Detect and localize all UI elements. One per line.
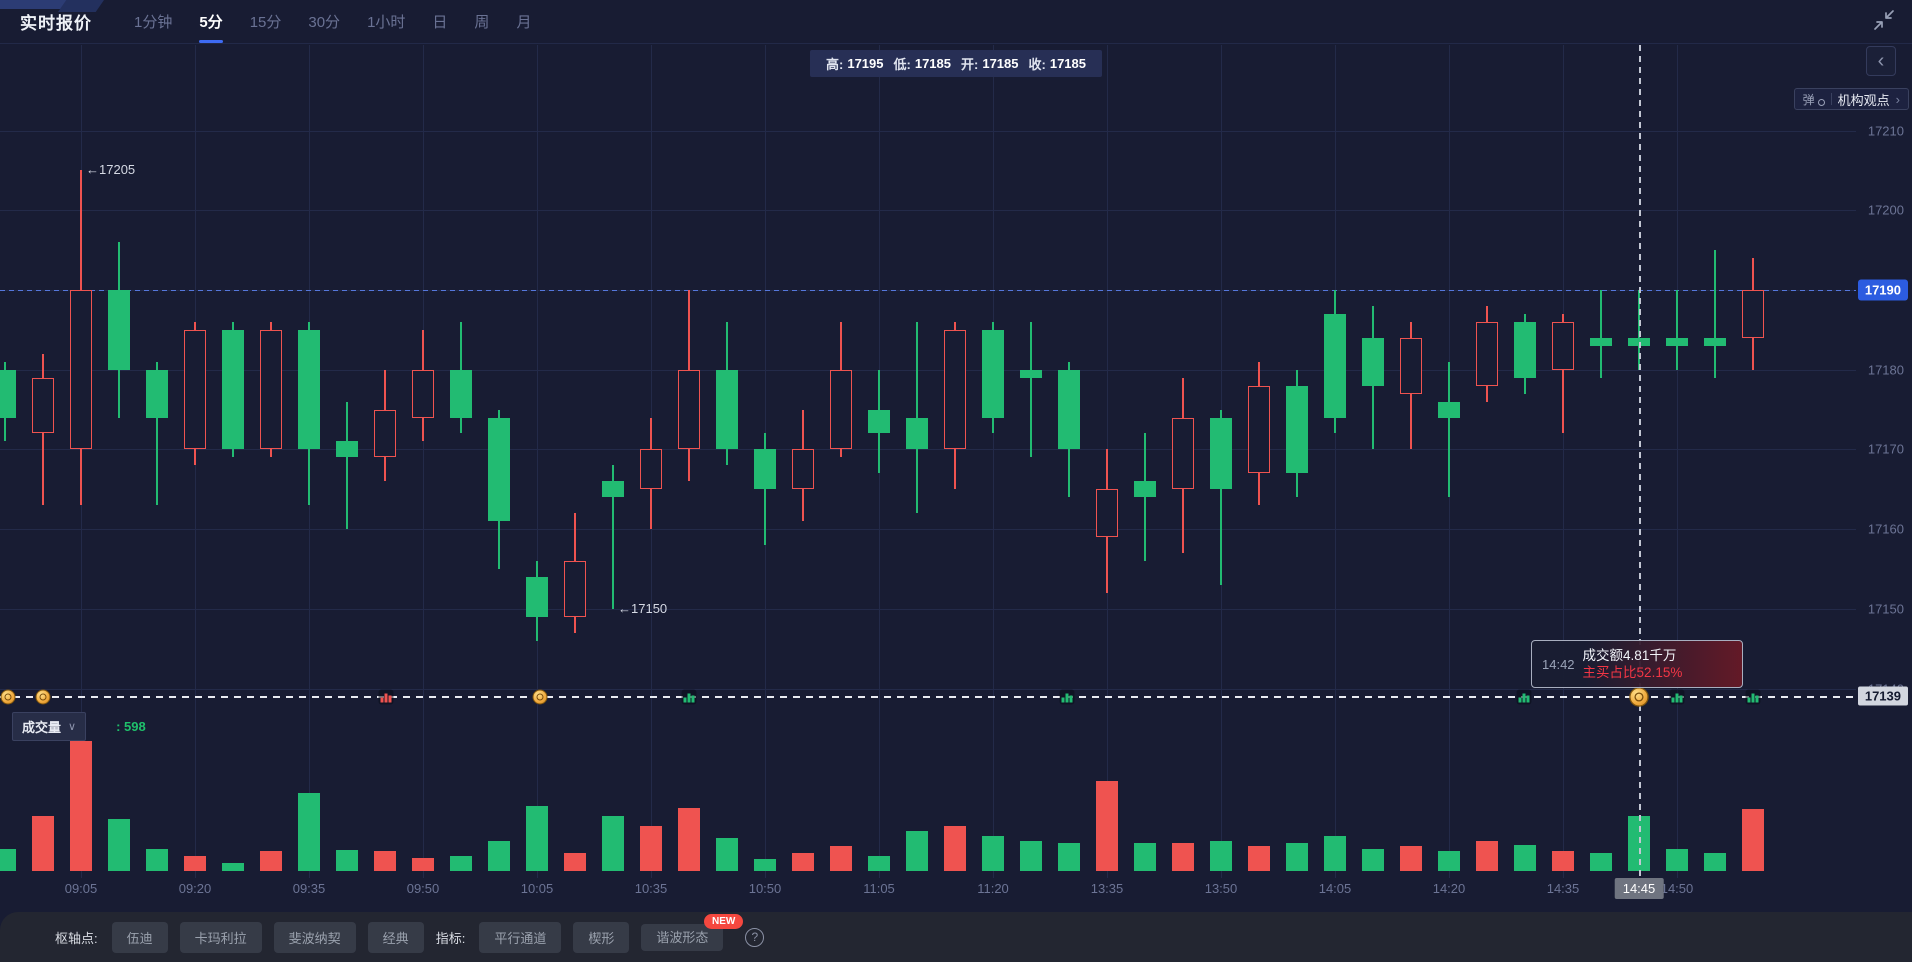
indicator-section-label: 指标: bbox=[436, 928, 466, 947]
low-label: 低: bbox=[894, 54, 911, 73]
price-axis-label: 17210 bbox=[1868, 123, 1904, 138]
time-axis-label: 11:20 bbox=[977, 881, 1009, 896]
tooltip-time: 14:42 bbox=[1542, 657, 1575, 672]
timeframe-tab[interactable]: 周 bbox=[474, 7, 489, 36]
open-label: 开: bbox=[961, 54, 978, 73]
timeframe-tab[interactable]: 5分 bbox=[199, 7, 222, 36]
time-axis-label: 10:05 bbox=[521, 881, 554, 896]
time-axis-label: 14:50 bbox=[1661, 881, 1694, 896]
open-value: 17185 bbox=[982, 56, 1018, 71]
time-axis-label: 09:05 bbox=[65, 881, 98, 896]
price-axis-label: 17180 bbox=[1868, 362, 1904, 377]
time-axis-label: 09:20 bbox=[179, 881, 212, 896]
indicator-button-parallel-channel[interactable]: 平行通道 bbox=[479, 922, 561, 953]
bottom-toolbar: 枢轴点: 伍迪 卡玛利拉 斐波纳契 经典 指标: 平行通道 楔形 谐波形态 NE… bbox=[0, 912, 1912, 962]
high-label: 高: bbox=[826, 54, 843, 73]
pivot-section-label: 枢轴点: bbox=[55, 928, 98, 947]
institution-view-badge[interactable]: 弹 机构观点 › bbox=[1794, 88, 1909, 110]
indicator-button-harmonic-wrap: 谐波形态 NEW bbox=[641, 927, 723, 947]
time-axis-label: 10:35 bbox=[635, 881, 668, 896]
time-axis-label: 13:35 bbox=[1091, 881, 1124, 896]
chart-area[interactable]: ←17205←17150 172101720017190171801717017… bbox=[0, 0, 1912, 962]
timeframe-tab[interactable]: 日 bbox=[432, 7, 447, 36]
volume-tooltip: 14:42 成交额4.81千万 主买占比52.15% bbox=[1531, 640, 1743, 688]
timeframe-tab[interactable]: 30分 bbox=[308, 7, 340, 36]
time-axis-label: 14:20 bbox=[1433, 881, 1466, 896]
low-value: 17185 bbox=[915, 56, 951, 71]
time-axis-label: 10:50 bbox=[749, 881, 782, 896]
timeframe-tab[interactable]: 1分钟 bbox=[134, 7, 172, 36]
timeframe-tab[interactable]: 月 bbox=[516, 7, 531, 36]
volume-indicator-dropdown[interactable]: 成交量 ∨ bbox=[12, 712, 86, 741]
price-axis-label: 17150 bbox=[1868, 601, 1904, 616]
crosshair-time-badge: 14:45 bbox=[1615, 878, 1664, 899]
time-axis-label: 13:50 bbox=[1205, 881, 1238, 896]
timeframe-tab[interactable]: 15分 bbox=[250, 7, 282, 36]
tooltip-turnover: 成交额4.81千万 bbox=[1583, 647, 1683, 664]
time-axis-label: 09:35 bbox=[293, 881, 326, 896]
axis-layer: 1721017200171901718017170171601715017140… bbox=[0, 0, 1912, 962]
pivot-button-classic[interactable]: 经典 bbox=[368, 922, 424, 953]
tooltip-buy-ratio: 主买占比52.15% bbox=[1583, 664, 1683, 681]
close-label: 收: bbox=[1029, 54, 1046, 73]
chevron-right-icon: › bbox=[1896, 92, 1900, 107]
low-marker-axis-badge: 17139 bbox=[1858, 687, 1908, 706]
page-title: 实时报价 bbox=[20, 9, 92, 34]
price-axis-label: 17200 bbox=[1868, 203, 1904, 218]
chart-header: 实时报价 1分钟 5分 15分 30分 1小时日周月 bbox=[0, 0, 1912, 44]
panel-collapse-button[interactable]: ‹ bbox=[1866, 46, 1896, 76]
time-axis-label: 14:35 bbox=[1547, 881, 1580, 896]
collapse-arrows-icon bbox=[1872, 8, 1896, 32]
ohlc-summary-bar: 高: 17195 低: 17185 开: 17185 收: 17185 bbox=[810, 50, 1102, 77]
volume-pane-header: 成交量 ∨ : 598 bbox=[12, 712, 146, 741]
new-badge: NEW bbox=[704, 914, 743, 929]
ring-icon bbox=[1818, 99, 1825, 106]
pivot-button-fibonacci[interactable]: 斐波纳契 bbox=[274, 922, 356, 953]
tooltip-body: 成交额4.81千万 主买占比52.15% bbox=[1583, 647, 1683, 681]
chevron-left-icon: ‹ bbox=[1878, 50, 1885, 73]
divider bbox=[1831, 93, 1832, 105]
help-icon[interactable]: ? bbox=[745, 928, 764, 947]
price-axis-label: 17170 bbox=[1868, 442, 1904, 457]
volume-value: : 598 bbox=[116, 719, 146, 734]
indicator-button-wedge[interactable]: 楔形 bbox=[573, 922, 629, 953]
collapse-fullscreen-button[interactable] bbox=[1872, 8, 1896, 32]
current-price-axis-badge: 17190 bbox=[1858, 280, 1908, 301]
timeframe-tab[interactable]: 1小时 bbox=[367, 7, 405, 36]
pivot-button-woodie[interactable]: 伍迪 bbox=[112, 922, 168, 953]
chevron-down-icon: ∨ bbox=[68, 720, 76, 733]
high-value: 17195 bbox=[847, 56, 883, 71]
insight-label: 机构观点 bbox=[1838, 90, 1890, 109]
time-axis-label: 14:05 bbox=[1319, 881, 1352, 896]
volume-indicator-label: 成交量 bbox=[22, 717, 61, 736]
price-axis-label: 17160 bbox=[1868, 522, 1904, 537]
insight-tag: 弹 bbox=[1803, 91, 1815, 108]
pivot-button-camarilla[interactable]: 卡玛利拉 bbox=[180, 922, 262, 953]
close-value: 17185 bbox=[1050, 56, 1086, 71]
time-axis-label: 09:50 bbox=[407, 881, 440, 896]
time-axis-label: 11:05 bbox=[863, 881, 895, 896]
timeframe-tabs: 1分钟 5分 15分 30分 1小时日周月 bbox=[134, 7, 531, 36]
